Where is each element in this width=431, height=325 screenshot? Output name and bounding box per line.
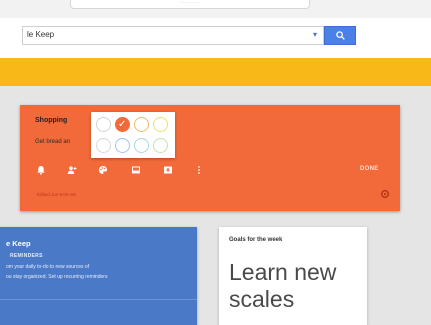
shopping-note-card[interactable]: Shopping Get bread an ✓ DONE Edited Jun … (20, 105, 400, 211)
done-button[interactable]: DONE (360, 166, 379, 172)
color-palette-popup: ✓ (91, 112, 175, 158)
color-swatch-orange[interactable] (134, 117, 149, 132)
address-bar-text: ·········· (181, 0, 201, 6)
notes-area: Shopping Get bread an ✓ DONE Edited Jun … (0, 86, 431, 325)
goals-note-body: Learn new scales (229, 259, 365, 313)
color-swatch-gray[interactable] (96, 138, 111, 153)
divider (0, 299, 197, 300)
color-swatch-green[interactable] (153, 138, 168, 153)
goals-note-title: Goals for the week (229, 237, 283, 243)
color-palette-icon[interactable] (98, 165, 108, 175)
edited-timestamp: Edited Jun 9:00 AM (37, 192, 77, 197)
reminder-icon[interactable] (36, 165, 46, 175)
color-swatch-teal[interactable] (134, 138, 149, 153)
keep-card-text-line: om your daily to-do to new sources of (6, 264, 90, 270)
address-bar[interactable]: ·········· (70, 0, 310, 9)
keep-card-label: REMINDERS (10, 253, 43, 259)
search-icon (336, 31, 345, 40)
color-swatch-white[interactable] (96, 117, 111, 132)
goals-note-line: Learn new (229, 259, 337, 285)
color-swatch-blue[interactable] (115, 138, 130, 153)
collaborator-icon[interactable] (67, 165, 77, 175)
goals-note-card[interactable]: Goals for the week Learn new scales (219, 227, 367, 325)
keep-card-title: e Keep (6, 239, 31, 248)
note-toolbar (20, 165, 400, 181)
image-icon[interactable] (131, 165, 141, 175)
goals-note-line: scales (229, 286, 295, 312)
color-swatch-red[interactable]: ✓ (115, 117, 130, 132)
browser-top-bar: ·········· (0, 0, 431, 18)
chevron-down-icon[interactable]: ▾ (313, 30, 317, 39)
color-swatch-yellow[interactable] (153, 117, 168, 132)
more-icon[interactable] (194, 165, 204, 175)
search-input[interactable]: le Keep ▾ (22, 26, 324, 45)
keep-info-card[interactable]: e Keep REMINDERS om your daily to-do to … (0, 227, 197, 325)
note-title[interactable]: Shopping (35, 117, 67, 124)
search-button[interactable] (324, 26, 356, 45)
checkmark-icon: ✓ (118, 119, 127, 130)
settings-icon[interactable] (380, 189, 390, 199)
keep-app-bar (0, 58, 431, 86)
search-query: le Keep (27, 30, 55, 39)
note-body[interactable]: Get bread an (35, 139, 70, 145)
archive-icon[interactable] (163, 165, 173, 175)
keep-card-text-line: ou stay organized. Set up recurring remi… (6, 274, 108, 280)
search-header: le Keep ▾ (0, 18, 431, 58)
